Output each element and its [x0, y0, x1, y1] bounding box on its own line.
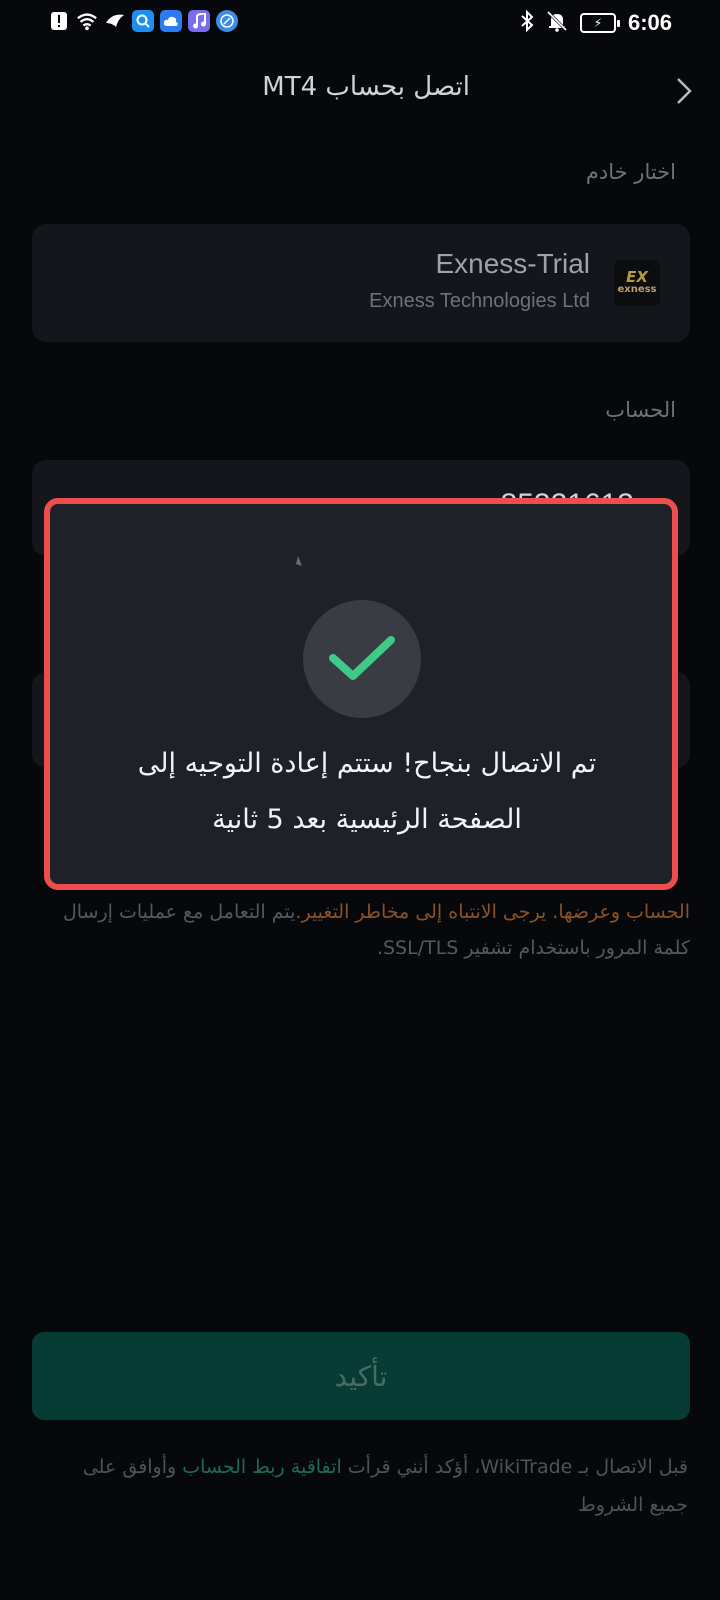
success-message-line1: تم الاتصال بنجاح! ستتم إعادة التوجيه إلى	[137, 748, 597, 779]
success-message: تم الاتصال بنجاح! ستتم إعادة التوجيه إلى…	[70, 736, 664, 848]
success-message-line2: الصفحة الرئيسية بعد 5 ثانية	[212, 804, 522, 835]
modal-overlay: تم الاتصال بنجاح! ستتم إعادة التوجيه إلى…	[0, 0, 720, 1600]
success-check-circle	[303, 600, 421, 718]
success-dialog: تم الاتصال بنجاح! ستتم إعادة التوجيه إلى…	[44, 498, 678, 890]
check-icon	[329, 636, 395, 680]
sparkle-icon	[296, 556, 302, 566]
